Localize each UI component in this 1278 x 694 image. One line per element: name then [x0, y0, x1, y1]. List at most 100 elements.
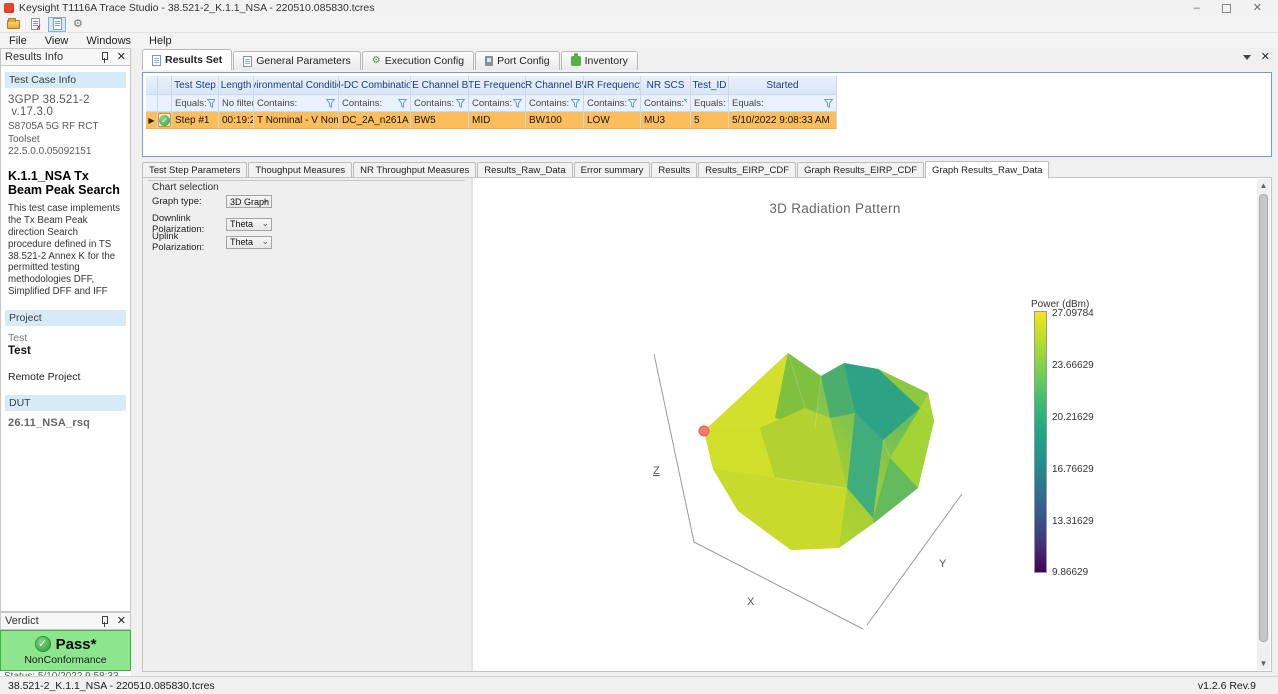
- radiation-pattern-plot[interactable]: 3D Radiation Pattern X Y Z: [475, 178, 1258, 671]
- beam-peak-point[interactable]: [699, 426, 709, 436]
- filter-funnel-icon[interactable]: [513, 99, 522, 108]
- cell-lte-frequency: MID: [469, 112, 526, 129]
- window-title: Keysight T1116A Trace Studio - 38.521-2_…: [19, 2, 375, 14]
- tab-inventory[interactable]: Inventory: [561, 51, 638, 70]
- tab-results-set[interactable]: Results Set: [142, 49, 232, 70]
- panel-close-icon[interactable]: ✕: [117, 52, 126, 62]
- tab-graph-results-eirp-cdf[interactable]: Graph Results_EIRP_CDF: [797, 162, 924, 178]
- filter-started[interactable]: Equals:: [729, 95, 837, 112]
- filter-test-step[interactable]: Equals:: [172, 95, 219, 112]
- pass-check-icon: ✓: [35, 636, 51, 652]
- row-status-frame: ✓: [158, 113, 171, 127]
- col-test-id[interactable]: Test_ID: [691, 76, 729, 95]
- filter-nr-channel-bw[interactable]: Contains:: [526, 95, 584, 112]
- tab-error-summary[interactable]: Error summary: [574, 162, 651, 178]
- filter-funnel-icon[interactable]: [207, 99, 215, 108]
- scroll-up-icon[interactable]: ▲: [1257, 179, 1270, 192]
- filter-lte-frequency[interactable]: Contains:: [469, 95, 526, 112]
- cell-en-dc-combinations: DC_2A_n261A: [339, 112, 411, 129]
- table-row-step1[interactable]: ▶ ✓ Step #1 00:19:28 T Nominal - V Nomin…: [146, 112, 1268, 129]
- tab-results[interactable]: Results: [651, 162, 697, 178]
- close-button[interactable]: ✕: [1253, 3, 1262, 13]
- open-folder-icon[interactable]: [4, 17, 22, 32]
- filter-environmental-conditions[interactable]: Contains:: [254, 95, 339, 112]
- filter-nr-scs[interactable]: Contains:: [641, 95, 691, 112]
- groupbox-border: [148, 180, 465, 181]
- tab-nr-throughput-measures[interactable]: NR Throughput Measures: [353, 162, 476, 178]
- filter-lte-channel-bw[interactable]: Contains:: [411, 95, 469, 112]
- menu-file[interactable]: File: [0, 34, 36, 48]
- filter-en-dc-combinations[interactable]: Contains:: [339, 95, 411, 112]
- tab-results-eirp-cdf[interactable]: Results_EIRP_CDF: [698, 162, 796, 178]
- filter-funnel-icon[interactable]: [456, 99, 465, 108]
- col-lte-frequency[interactable]: LTE Frequency: [469, 76, 526, 95]
- table-filter-row: Equals: No filter: Contains: Contains: C…: [146, 95, 1268, 112]
- filter-funnel-icon[interactable]: [571, 99, 580, 108]
- tab-thoughput-measures[interactable]: Thoughput Measures: [248, 162, 352, 178]
- col-nr-frequency[interactable]: NR Frequency: [584, 76, 641, 95]
- menu-view[interactable]: View: [36, 34, 78, 48]
- filter-nr-frequency[interactable]: Contains:: [584, 95, 641, 112]
- toolset-version: 22.5.0.0.05092151: [4, 146, 127, 159]
- filter-test-id[interactable]: Equals:: [691, 95, 729, 112]
- tab-list-dropdown-icon[interactable]: [1243, 55, 1251, 60]
- filter-funnel-icon[interactable]: [398, 99, 407, 108]
- maximize-button[interactable]: [1222, 4, 1231, 13]
- remote-project-label: Remote Project: [4, 367, 127, 393]
- col-environmental-conditions[interactable]: Environmental Conditions: [254, 76, 339, 95]
- tab-general-parameters[interactable]: General Parameters: [233, 51, 361, 70]
- verdict-panel: Verdict ✕ ✓ Pass* NonConformance Status:…: [0, 612, 131, 676]
- filter-funnel-icon[interactable]: [326, 99, 335, 108]
- colorbar-tick: 20.21629: [1052, 412, 1122, 423]
- cell-test-step: Step #1: [172, 112, 219, 129]
- filter-funnel-icon[interactable]: [628, 99, 637, 108]
- tab-results-raw-data[interactable]: Results_Raw_Data: [477, 162, 572, 178]
- filter-funnel-icon[interactable]: [824, 99, 833, 108]
- uplink-polarization-select[interactable]: Theta: [226, 236, 272, 249]
- tab-test-step-parameters[interactable]: Test Step Parameters: [142, 162, 247, 178]
- x-axis-label: X: [747, 596, 755, 608]
- scroll-down-icon[interactable]: ▼: [1257, 657, 1270, 670]
- status-version: v1.2.6 Rev.9: [1198, 680, 1270, 692]
- settings-gear-icon[interactable]: [70, 17, 88, 32]
- menu-help[interactable]: Help: [140, 34, 181, 48]
- filter-length[interactable]: No filter:: [219, 95, 254, 112]
- graph-type-select[interactable]: 3D Graph: [226, 195, 272, 208]
- scrollbar-thumb[interactable]: [1259, 194, 1268, 642]
- colorbar-tick: 23.66629: [1052, 360, 1122, 371]
- tab-graph-results-raw-data[interactable]: Graph Results_Raw_Data: [925, 161, 1049, 179]
- verdict-pin-icon[interactable]: [99, 616, 109, 627]
- cell-test-id: 5: [691, 112, 729, 129]
- tab-execution-config[interactable]: ⚙ Execution Config: [362, 51, 474, 70]
- col-test-step[interactable]: Test Step: [172, 76, 219, 95]
- radiation-pattern-mesh: [704, 353, 934, 550]
- filter-funnel-icon[interactable]: [684, 99, 687, 108]
- uplink-polarization-label: Uplink Polarization:: [152, 231, 226, 253]
- tab-label: Inventory: [585, 55, 628, 67]
- pin-icon[interactable]: [99, 52, 109, 63]
- menu-windows[interactable]: Windows: [77, 34, 140, 48]
- graph-type-label: Graph type:: [152, 196, 226, 207]
- report-icon[interactable]: [26, 17, 44, 32]
- vertical-scrollbar[interactable]: ▲ ▼: [1257, 179, 1270, 670]
- copy-page-icon[interactable]: [48, 17, 66, 32]
- col-nr-scs[interactable]: NR SCS: [641, 76, 691, 95]
- col-length[interactable]: Length: [219, 76, 254, 95]
- status-bar: 38.521-2_K.1.1_NSA - 220510.085830.tcres…: [0, 676, 1278, 694]
- col-en-dc-combinations[interactable]: EN-DC Combinations: [339, 76, 411, 95]
- tab-close-icon[interactable]: ✕: [1261, 52, 1270, 62]
- minimize-button[interactable]: –: [1194, 3, 1200, 13]
- col-lte-channel-bw[interactable]: LTE Channel BW: [411, 76, 469, 95]
- downlink-polarization-select[interactable]: Theta: [226, 218, 272, 231]
- colorbar-tick: 13.31629: [1052, 516, 1122, 527]
- verdict-result-box: ✓ Pass* NonConformance: [0, 630, 131, 671]
- col-started[interactable]: Started: [729, 76, 837, 95]
- tab-port-config[interactable]: Port Config: [475, 51, 560, 70]
- primary-tab-strip: Results Set General Parameters ⚙ Executi…: [142, 48, 1278, 70]
- plot-canvas[interactable]: X Y Z: [475, 178, 1258, 671]
- port-config-icon: [485, 56, 493, 66]
- verdict-close-icon[interactable]: ✕: [117, 616, 126, 626]
- project-label: Test: [4, 330, 127, 344]
- col-nr-channel-bw[interactable]: NR Channel BW: [526, 76, 584, 95]
- verdict-detail: NonConformance: [24, 654, 106, 666]
